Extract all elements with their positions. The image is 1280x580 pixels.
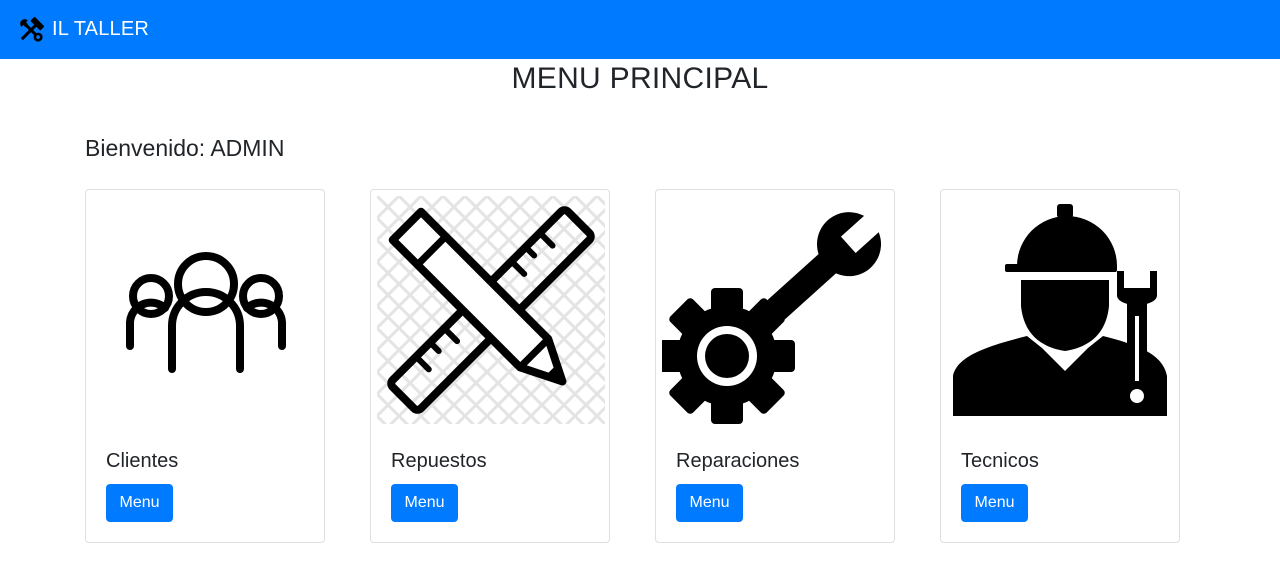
card-tecnicos: Tecnicos Menu: [940, 189, 1180, 543]
welcome-message: Bienvenido: ADMIN: [85, 135, 285, 161]
card-title: Clientes: [106, 450, 179, 472]
top-navbar: IL TALLER: [0, 0, 1280, 59]
card-title: Tecnicos: [961, 450, 1039, 472]
card-reparaciones: Reparaciones Menu: [655, 189, 895, 543]
technician-icon: [947, 196, 1175, 424]
page-title: MENU PRINCIPAL: [511, 62, 769, 95]
reparaciones-menu-button[interactable]: Menu: [676, 484, 743, 522]
tools-icon: [16, 15, 46, 45]
card-title: Reparaciones: [676, 450, 800, 472]
card-clientes: Clientes Menu: [85, 189, 325, 543]
card-repuestos: Repuestos Menu: [370, 189, 610, 543]
gear-wrench-icon: [662, 196, 890, 424]
repuestos-menu-button[interactable]: Menu: [391, 484, 458, 522]
pencil-ruler-icon: [377, 196, 605, 424]
tecnicos-menu-button[interactable]: Menu: [961, 484, 1028, 522]
brand-text: IL TALLER: [52, 18, 150, 40]
brand-link[interactable]: IL TALLER: [16, 15, 149, 45]
card-title: Repuestos: [391, 450, 487, 472]
users-icon: [92, 196, 320, 424]
clientes-menu-button[interactable]: Menu: [106, 484, 173, 522]
